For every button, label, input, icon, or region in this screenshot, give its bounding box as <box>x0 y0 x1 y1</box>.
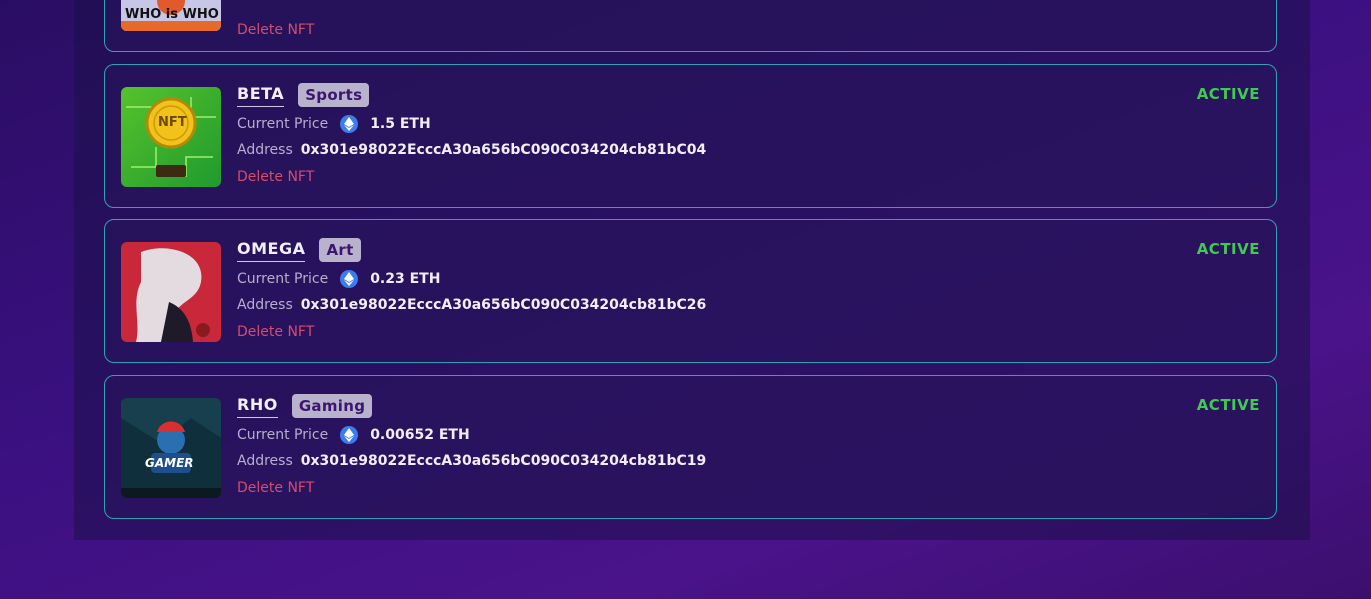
category-badge: Art <box>319 238 361 262</box>
address-label: Address <box>237 453 293 469</box>
status-badge: ACTIVE <box>1196 85 1260 103</box>
address-row: Address 0x301e98022EcccA30a656bC090C0342… <box>237 142 706 158</box>
nft-title-row: OMEGA Art <box>237 238 361 262</box>
nft-card: NFT BETA Sports Current Price 1.5 ETH Ad… <box>104 64 1277 208</box>
category-badge: Sports <box>298 83 370 107</box>
price-label: Current Price <box>237 271 329 287</box>
nft-thumbnail: WHO is WHO <box>121 0 221 31</box>
nft-name[interactable]: OMEGA <box>237 239 306 262</box>
thumb-caption: GAMER <box>145 456 194 470</box>
nft-name[interactable]: BETA <box>237 84 285 107</box>
ethereum-icon <box>340 270 359 288</box>
nft-thumbnail: GAMER <box>121 398 221 498</box>
thumb-caption: NFT <box>158 115 187 130</box>
status-badge: ACTIVE <box>1196 240 1260 258</box>
nft-name[interactable]: RHO <box>237 395 278 418</box>
price-value: 1.5 ETH <box>370 116 431 132</box>
nft-title-row: RHO Gaming <box>237 394 373 418</box>
nft-title-row: BETA Sports <box>237 83 370 107</box>
address-label: Address <box>237 297 293 313</box>
delete-nft-link[interactable]: Delete NFT <box>237 480 314 496</box>
address-row: Address 0x301e98022EcccA30a656bC090C0342… <box>237 453 706 469</box>
status-badge: ACTIVE <box>1196 396 1260 414</box>
address-label: Address <box>237 142 293 158</box>
address-value: 0x301e98022EcccA30a656bC090C034204cb81bC… <box>300 142 707 158</box>
nft-card: GAMER RHO Gaming Current Price 0.00652 E… <box>104 375 1277 519</box>
nft-thumbnail <box>121 242 221 342</box>
price-value: 0.23 ETH <box>370 271 441 287</box>
price-label: Current Price <box>237 427 329 443</box>
address-value: 0x301e98022EcccA30a656bC090C034204cb81bC… <box>300 297 707 313</box>
nft-card: OMEGA Art Current Price 0.23 ETH Address… <box>104 219 1277 363</box>
ethereum-icon <box>340 115 359 133</box>
delete-nft-link[interactable]: Delete NFT <box>237 324 314 340</box>
price-value: 0.00652 ETH <box>370 427 470 443</box>
delete-nft-link[interactable]: Delete NFT <box>237 22 314 38</box>
price-row: Current Price 0.23 ETH <box>237 270 440 288</box>
gamer-mascot-icon <box>121 398 221 498</box>
thumb-caption: WHO is WHO <box>125 7 219 22</box>
nft-thumbnail: NFT <box>121 87 221 187</box>
category-badge: Gaming <box>291 394 373 418</box>
delete-nft-link[interactable]: Delete NFT <box>237 169 314 185</box>
nft-list-panel: WHO is WHO Delete NFT NFT BETA Sports Cu… <box>74 0 1310 540</box>
address-value: 0x301e98022EcccA30a656bC090C034204cb81bC… <box>300 453 707 469</box>
nft-card-partial: WHO is WHO Delete NFT <box>104 0 1277 52</box>
price-label: Current Price <box>237 116 329 132</box>
price-row: Current Price 1.5 ETH <box>237 115 431 133</box>
address-row: Address 0x301e98022EcccA30a656bC090C0342… <box>237 297 706 313</box>
anime-art-icon <box>121 242 221 342</box>
nft-coin-icon <box>121 87 221 187</box>
ethereum-icon <box>340 426 359 444</box>
price-row: Current Price 0.00652 ETH <box>237 426 470 444</box>
